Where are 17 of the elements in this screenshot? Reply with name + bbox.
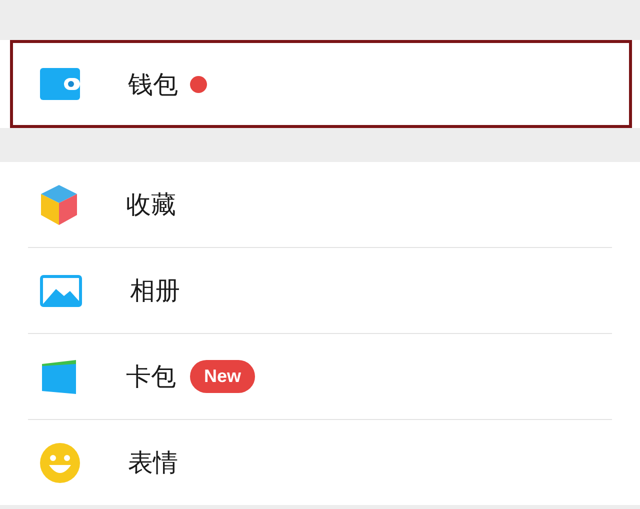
- item-label: 卡包: [126, 361, 176, 393]
- smiley-icon: [40, 442, 80, 482]
- menu-item[interactable]: 卡包 New: [0, 334, 640, 419]
- card-icon: [40, 360, 78, 394]
- image-icon: [40, 274, 82, 306]
- highlighted-menu-item[interactable]: 钱包: [10, 40, 632, 128]
- menu-item[interactable]: 相册: [0, 248, 640, 333]
- wallet-icon: [40, 68, 80, 100]
- cube-icon: [40, 184, 78, 226]
- menu-item[interactable]: 收藏: [0, 162, 640, 247]
- new-badge: New: [190, 360, 256, 393]
- item-label: 钱包: [128, 68, 178, 100]
- menu-item[interactable]: 表情: [0, 420, 640, 505]
- item-label: 相册: [130, 275, 180, 307]
- item-label: 收藏: [126, 189, 176, 221]
- notification-dot: [190, 76, 207, 92]
- item-label: 表情: [128, 447, 178, 479]
